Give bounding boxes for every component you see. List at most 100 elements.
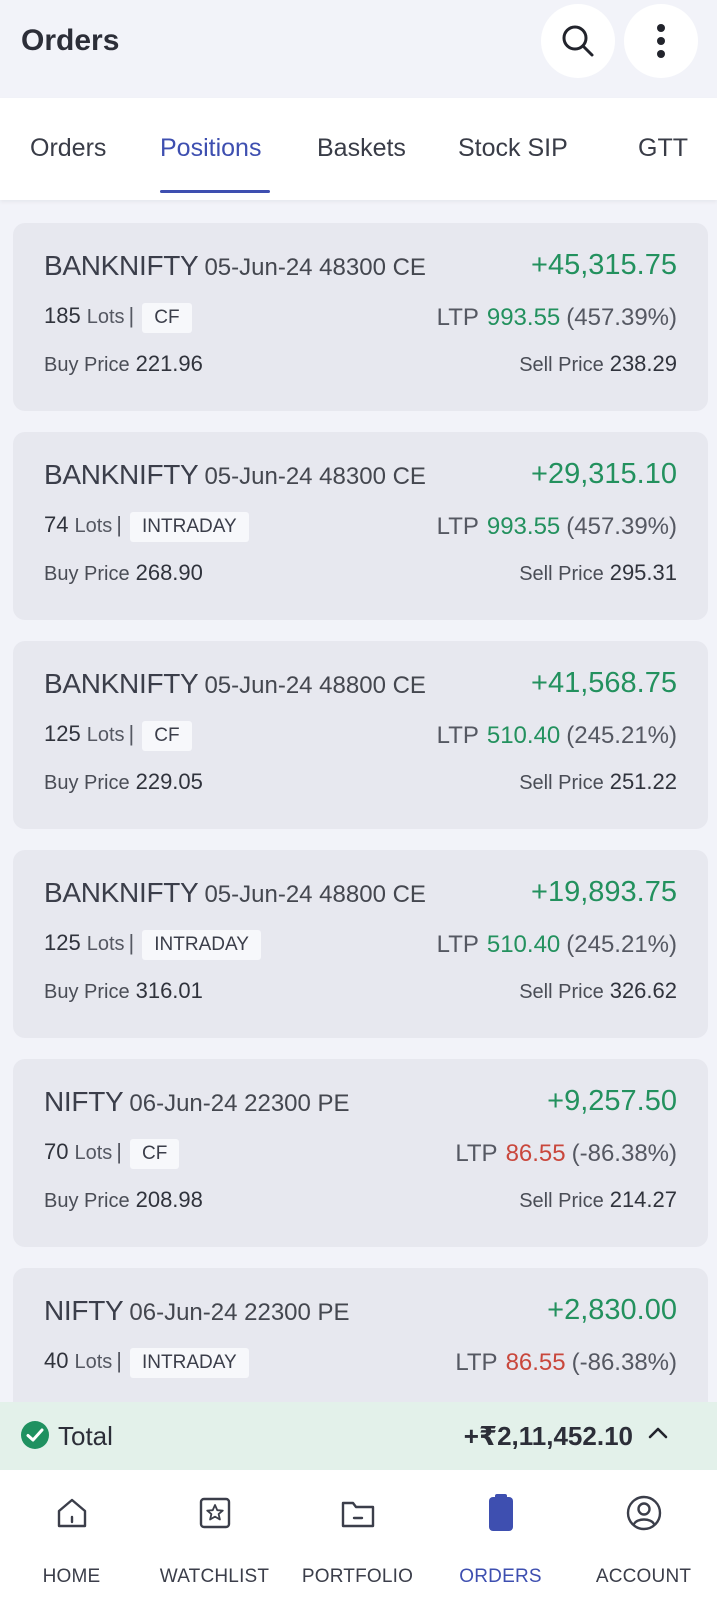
position-lots: 125 [44, 930, 81, 955]
buy-price-value: 316.01 [135, 978, 203, 1003]
lots-label: Lots [86, 306, 125, 328]
position-contract: 05-Jun-24 48800 CE [204, 671, 426, 699]
chevron-up-icon[interactable] [647, 1425, 669, 1439]
product-badge: CF [142, 303, 192, 333]
position-card[interactable]: BANKNIFTY 05-Jun-24 48800 CE +19,893.75 1… [13, 850, 708, 1038]
position-pnl: +9,257.50 [547, 1085, 677, 1117]
ltp-change: (-86.38%) [571, 1140, 677, 1167]
ltp-change: (-86.38%) [571, 1349, 677, 1376]
nav-account[interactable]: ACCOUNT [572, 1470, 715, 1600]
product-badge: INTRADAY [130, 1348, 249, 1378]
nav-home[interactable]: HOME [0, 1470, 143, 1600]
ltp-value: 86.55 [505, 1140, 566, 1167]
position-lots: 125 [44, 721, 81, 746]
separator: | [128, 303, 135, 328]
position-symbol: BANKNIFTY [44, 667, 199, 699]
position-lots: 70 [44, 1139, 69, 1164]
position-symbol: BANKNIFTY [44, 876, 199, 908]
sell-price-label: Sell Price [519, 772, 604, 794]
ltp-change: (245.21%) [566, 722, 677, 749]
ltp-value: 510.40 [486, 931, 561, 958]
ltp-change: (457.39%) [566, 304, 677, 331]
nav-watchlist[interactable]: WATCHLIST [143, 1470, 286, 1600]
app-header: Orders [0, 0, 717, 98]
buy-price-label: Buy Price [44, 772, 130, 794]
position-card[interactable]: BANKNIFTY 05-Jun-24 48800 CE +41,568.75 1… [13, 641, 708, 829]
position-contract: 05-Jun-24 48800 CE [204, 880, 426, 908]
total-pnl-bar[interactable]: Total +₹2,11,452.10 [0, 1402, 717, 1470]
positions-list[interactable]: BANKNIFTY 05-Jun-24 48300 CE +45,315.75 1… [0, 200, 717, 1402]
total-value: +₹2,11,452.10 [463, 1421, 633, 1451]
orders-icon [488, 1494, 513, 1531]
tab-positions[interactable]: Positions [160, 134, 261, 163]
sell-price-value: 295.31 [609, 560, 677, 585]
lots-label: Lots [74, 1351, 113, 1373]
search-button[interactable] [541, 4, 615, 78]
active-tab-indicator [160, 190, 270, 193]
search-icon [562, 25, 594, 57]
position-lots: 185 [44, 303, 81, 328]
position-symbol: NIFTY [44, 1085, 124, 1117]
tab-orders[interactable]: Orders [30, 134, 106, 163]
position-pnl: +19,893.75 [531, 876, 677, 908]
position-card[interactable]: NIFTY 06-Jun-24 22300 PE +9,257.50 70 Lots… [13, 1059, 708, 1247]
ltp-value: 993.55 [486, 513, 561, 540]
nav-account-label: ACCOUNT [595, 1566, 692, 1587]
nav-portfolio[interactable]: PORTFOLIO [286, 1470, 429, 1600]
ltp-label: LTP [455, 1140, 498, 1167]
sell-price-label: Sell Price [519, 563, 604, 585]
lots-label: Lots [74, 515, 113, 537]
buy-price-value: 221.96 [135, 351, 203, 376]
separator: | [128, 930, 135, 955]
position-pnl: +2,830.00 [547, 1294, 677, 1326]
more-options-button[interactable] [624, 4, 698, 78]
lots-label: Lots [86, 933, 125, 955]
position-contract: 06-Jun-24 22300 PE [129, 1298, 350, 1326]
ltp-value: 993.55 [486, 304, 561, 331]
position-card[interactable]: BANKNIFTY 05-Jun-24 48300 CE +45,315.75 1… [13, 223, 708, 411]
sell-price-label: Sell Price [519, 1190, 604, 1212]
lots-label: Lots [74, 1142, 113, 1164]
buy-price-label: Buy Price [44, 981, 130, 1003]
separator: | [116, 1139, 123, 1164]
more-vertical-icon [657, 24, 665, 58]
nav-home-label: HOME [42, 1566, 101, 1587]
tab-gtt[interactable]: GTT [638, 134, 688, 163]
product-badge: CF [142, 721, 192, 751]
sell-price-value: 326.62 [609, 978, 677, 1003]
sell-price-value: 251.22 [609, 769, 677, 794]
position-lots: 40 [44, 1348, 69, 1373]
position-contract: 05-Jun-24 48300 CE [204, 253, 426, 281]
sell-price-value: 214.27 [609, 1187, 677, 1212]
sell-price-label: Sell Price [519, 981, 604, 1003]
tab-bar: Orders Positions Baskets Stock SIP GTT [0, 98, 717, 200]
position-contract: 05-Jun-24 48300 CE [204, 462, 426, 490]
position-pnl: +45,315.75 [531, 249, 677, 281]
portfolio-icon [341, 1501, 374, 1528]
position-card[interactable]: NIFTY 06-Jun-24 22300 PE +2,830.00 40 Lots… [13, 1268, 708, 1402]
buy-price-label: Buy Price [44, 354, 130, 376]
nav-watchlist-label: WATCHLIST [159, 1566, 270, 1587]
tab-baskets[interactable]: Baskets [317, 134, 406, 163]
ltp-label: LTP [436, 513, 479, 540]
ltp-label: LTP [436, 722, 479, 749]
bottom-nav: HOME WATCHLIST PORTFOLIO ORDERS ACCOUNT [0, 1470, 717, 1600]
total-label: Total [58, 1421, 113, 1451]
ltp-value: 86.55 [505, 1349, 566, 1376]
position-contract: 06-Jun-24 22300 PE [129, 1089, 350, 1117]
position-symbol: BANKNIFTY [44, 458, 199, 490]
page-title: Orders [21, 24, 120, 57]
nav-portfolio-label: PORTFOLIO [301, 1566, 414, 1587]
sell-price-value: 238.29 [609, 351, 677, 376]
lots-label: Lots [86, 724, 125, 746]
ltp-change: (245.21%) [566, 931, 677, 958]
ltp-label: LTP [436, 304, 479, 331]
separator: | [116, 1348, 123, 1373]
tab-stock-sip[interactable]: Stock SIP [458, 134, 568, 163]
position-card[interactable]: BANKNIFTY 05-Jun-24 48300 CE +29,315.10 7… [13, 432, 708, 620]
check-circle-icon [21, 1421, 49, 1449]
separator: | [128, 721, 135, 746]
buy-price-label: Buy Price [44, 1190, 130, 1212]
nav-orders[interactable]: ORDERS [429, 1470, 572, 1600]
product-badge: CF [130, 1139, 180, 1169]
